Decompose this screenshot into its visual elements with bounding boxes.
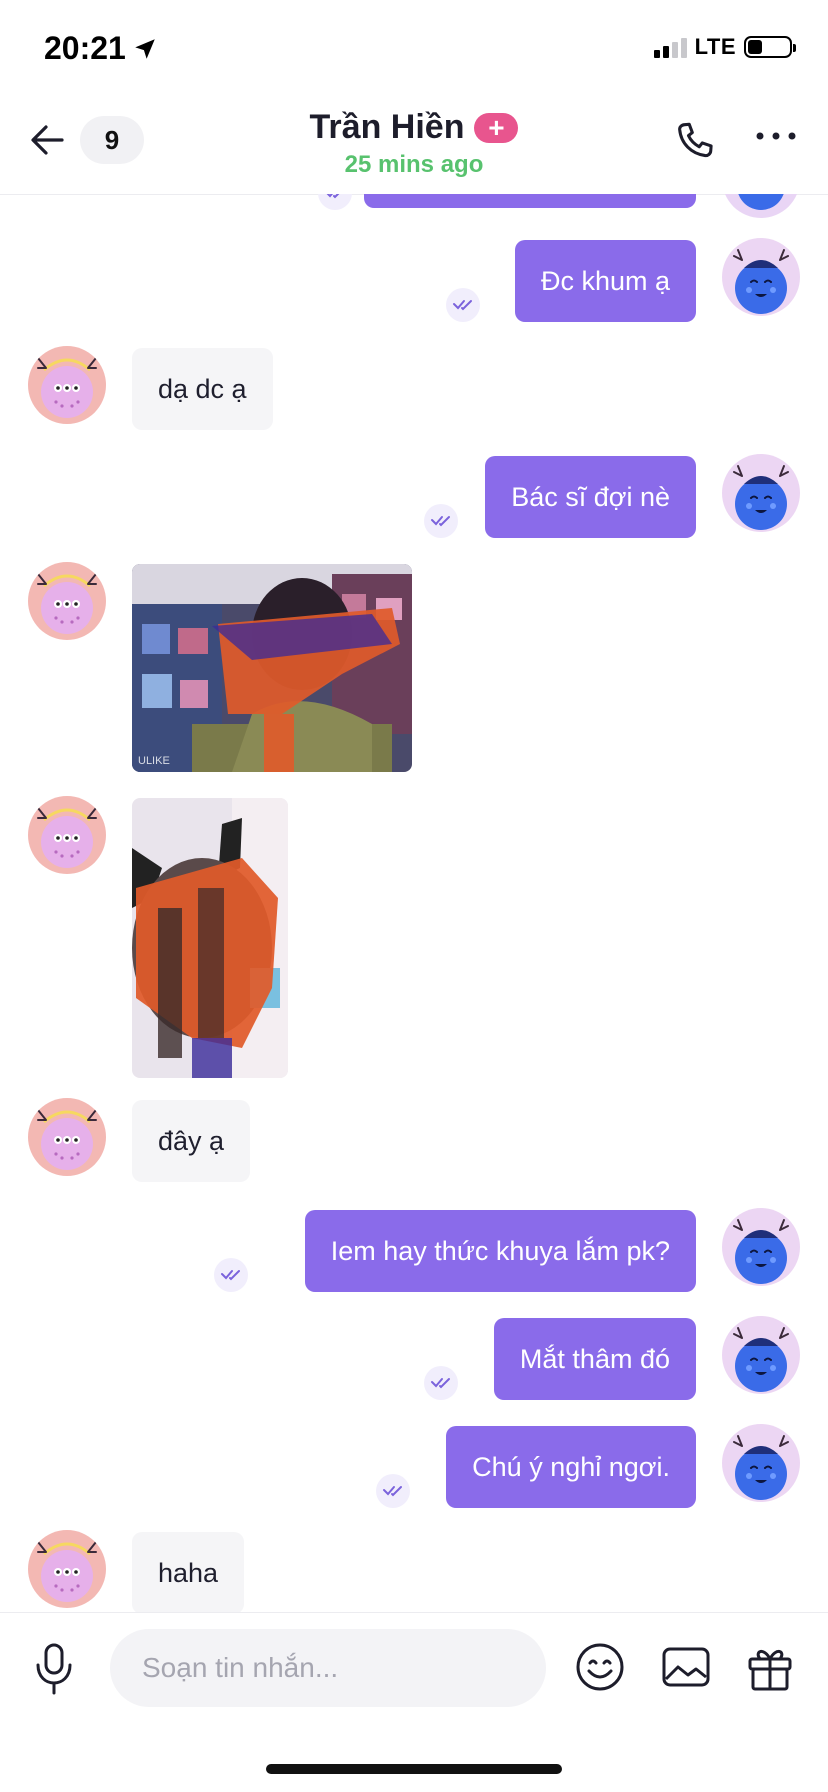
pink-monster-avatar-icon	[28, 346, 106, 424]
read-receipt-icon	[214, 1258, 248, 1292]
home-indicator[interactable]	[266, 1764, 562, 1774]
status-indicators: LTE	[653, 34, 796, 60]
image-icon	[662, 1647, 710, 1687]
read-receipt-icon	[424, 504, 458, 538]
contact-avatar[interactable]	[28, 562, 106, 640]
blue-monster-avatar-icon	[722, 454, 800, 532]
contact-name: Trần Hiền	[309, 108, 465, 146]
message-outgoing[interactable]: Bác sĩ đợi nè	[485, 456, 696, 538]
pink-monster-avatar-icon	[28, 562, 106, 640]
my-avatar[interactable]	[722, 238, 800, 316]
message-list[interactable]: Đc khum ạ dạ dc ạ Bác sĩ đợi nè ULIKE đâ…	[0, 194, 828, 1612]
message-outgoing[interactable]: Chú ý nghỉ ngơi.	[446, 1426, 696, 1508]
status-time-text: 20:21	[44, 30, 126, 66]
emoji-button[interactable]	[572, 1639, 628, 1700]
my-avatar[interactable]	[722, 454, 800, 532]
microphone-icon	[36, 1643, 72, 1695]
contact-avatar[interactable]	[28, 346, 106, 424]
message-outgoing[interactable]: Mắt thâm đó	[493, 1318, 696, 1400]
read-receipt-icon	[446, 288, 480, 322]
message-incoming[interactable]: dạ dc ạ	[132, 348, 273, 430]
plus-badge: +	[474, 112, 519, 143]
blue-monster-avatar-icon	[722, 238, 800, 316]
more-options-button[interactable]	[754, 126, 798, 151]
composer-bar	[0, 1612, 828, 1733]
message-incoming[interactable]: haha	[132, 1532, 245, 1612]
phone-icon	[678, 122, 713, 158]
read-receipt-icon	[424, 1366, 458, 1400]
status-time: 20:21	[44, 30, 158, 67]
blue-monster-avatar-icon	[722, 1208, 800, 1286]
gift-icon	[748, 1650, 792, 1691]
svg-text:ULIKE: ULIKE	[138, 755, 170, 767]
message-outgoing[interactable]: Iem hay thức khuya lắm pk?	[304, 1210, 696, 1292]
more-horizontal-icon	[756, 132, 796, 140]
message-photo[interactable]	[132, 798, 288, 1078]
message-incoming[interactable]: đây ạ	[132, 1100, 251, 1182]
battery-icon	[744, 36, 796, 58]
pink-monster-avatar-icon	[28, 1098, 106, 1176]
message-outgoing-partial[interactable]	[364, 194, 696, 208]
my-avatar[interactable]	[722, 1316, 800, 1394]
blue-monster-avatar-icon	[722, 1316, 800, 1394]
my-avatar[interactable]	[722, 1424, 800, 1502]
contact-avatar[interactable]	[28, 1098, 106, 1176]
image-button[interactable]	[658, 1639, 714, 1700]
message-input[interactable]	[110, 1629, 546, 1707]
gift-button[interactable]	[742, 1639, 798, 1700]
microphone-button[interactable]	[30, 1641, 78, 1702]
read-receipt-icon	[318, 194, 352, 210]
my-avatar[interactable]	[722, 194, 800, 218]
chat-header: 9 Trần Hiền + 25 mins ago	[0, 86, 828, 195]
pink-monster-avatar-icon	[28, 1530, 106, 1608]
contact-avatar[interactable]	[28, 796, 106, 874]
location-arrow-icon	[135, 38, 155, 59]
network-label: LTE	[694, 34, 736, 59]
pink-monster-avatar-icon	[28, 796, 106, 874]
call-button[interactable]	[672, 118, 718, 169]
signal-icon	[653, 36, 687, 58]
message-photo[interactable]: ULIKE	[132, 564, 412, 772]
smiley-icon	[576, 1643, 624, 1691]
contact-avatar[interactable]	[28, 1530, 106, 1608]
contact-title: Trần Hiền +	[310, 108, 519, 147]
blue-monster-avatar-icon	[722, 1424, 800, 1502]
read-receipt-icon	[376, 1474, 410, 1508]
my-avatar[interactable]	[722, 1208, 800, 1286]
message-outgoing[interactable]: Đc khum ạ	[514, 240, 696, 322]
